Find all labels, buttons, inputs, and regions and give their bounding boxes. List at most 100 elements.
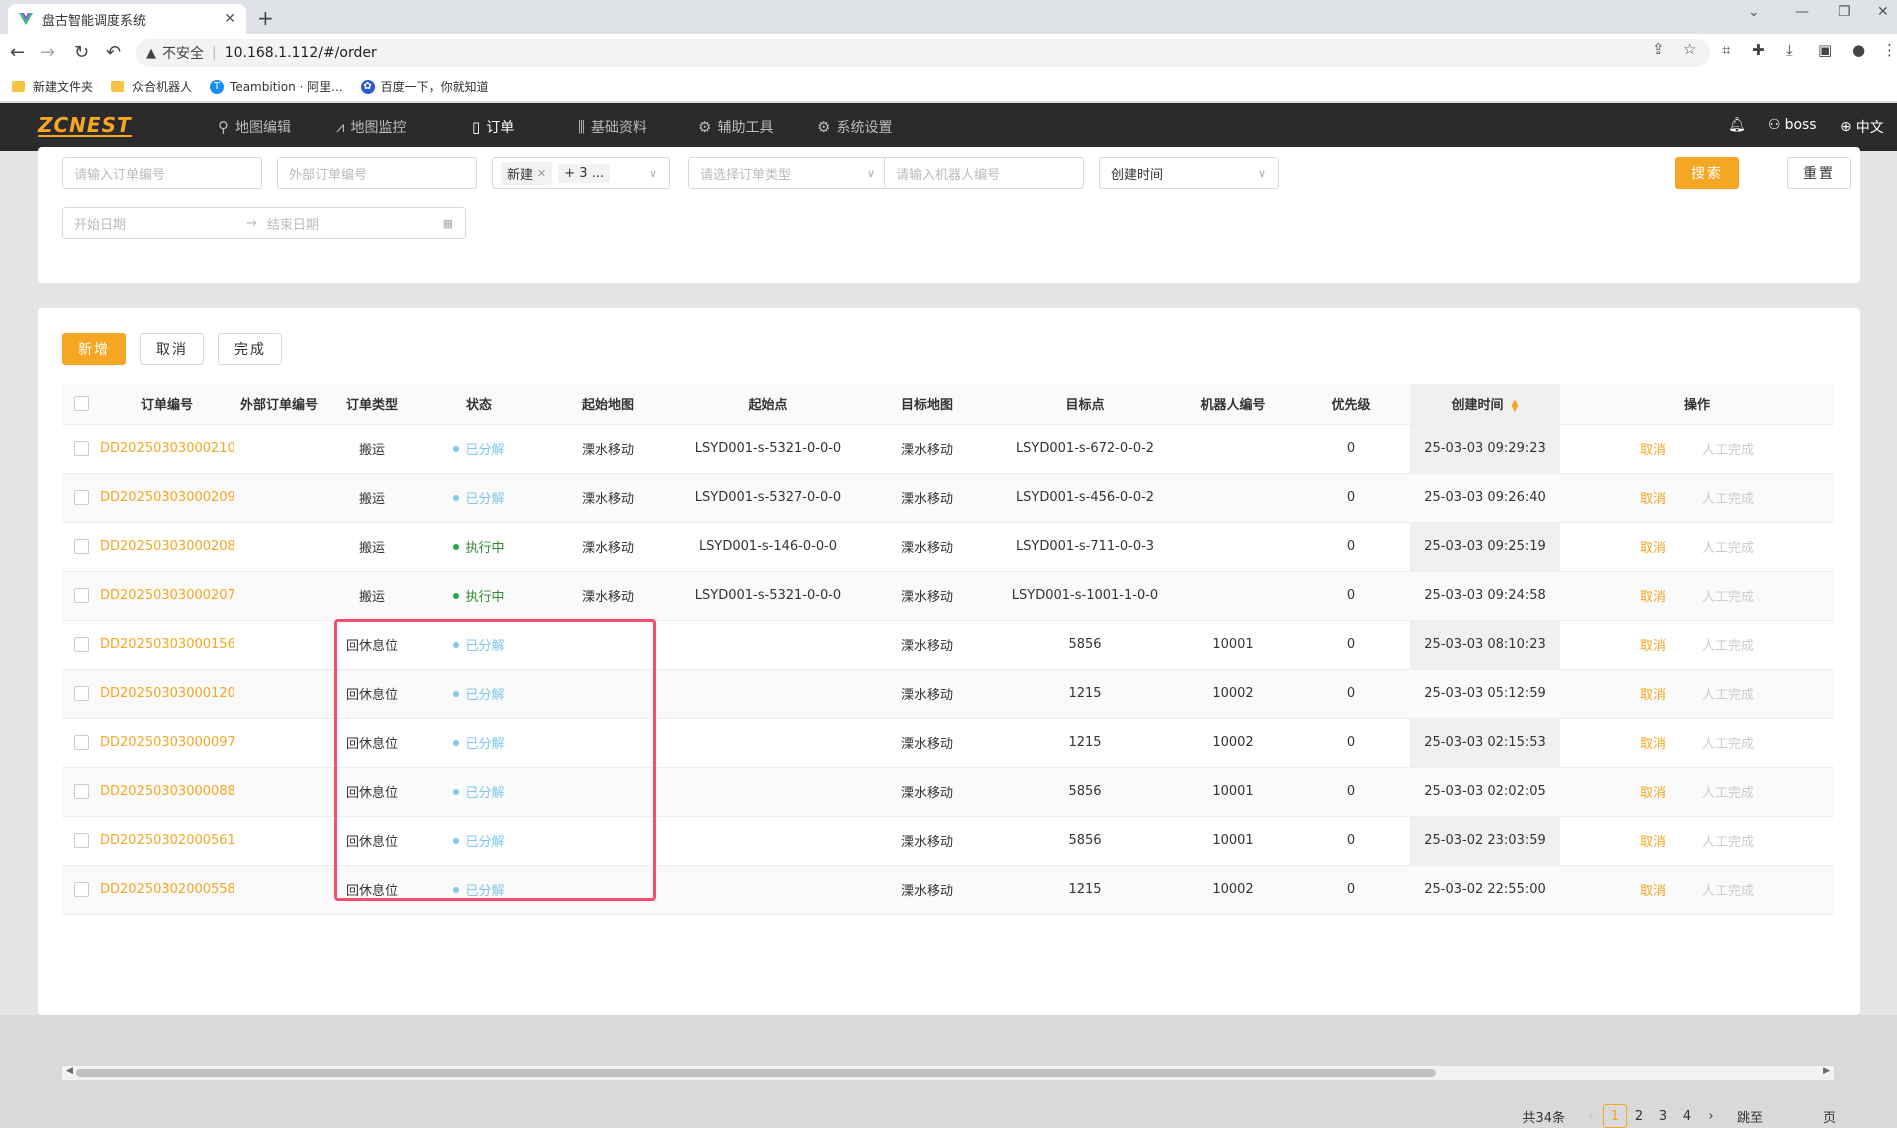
minimize-icon[interactable]: —	[1795, 4, 1809, 20]
row-cancel-link[interactable]: 取消	[1640, 590, 1666, 605]
order-no-cell[interactable]: DD20250302000558	[100, 865, 234, 915]
restore-icon[interactable]: ❐	[1838, 4, 1851, 20]
row-manual-complete-link[interactable]: 人工完成	[1702, 541, 1754, 556]
user-menu[interactable]: ⚇ boss	[1768, 117, 1817, 133]
scroll-left-icon[interactable]: ◀	[66, 1066, 73, 1076]
scrollbar-thumb[interactable]	[76, 1069, 1436, 1077]
order-no-cell[interactable]: DD20250303000208	[100, 522, 234, 572]
row-cancel-link[interactable]: 取消	[1640, 835, 1666, 850]
language-switch[interactable]: ⊕ 中文	[1840, 117, 1884, 137]
bookmark-item[interactable]: 众合机器人	[111, 78, 192, 95]
share-icon[interactable]: ⇪	[1652, 40, 1665, 58]
row-manual-complete-link[interactable]: 人工完成	[1702, 443, 1754, 458]
profile-icon[interactable]: ●	[1852, 41, 1865, 59]
extensions-icon[interactable]: ✚	[1752, 41, 1765, 59]
row-select-cell[interactable]	[62, 424, 100, 474]
order-no-link[interactable]: DD20250302000561	[100, 833, 234, 848]
row-select-cell[interactable]	[62, 571, 100, 621]
order-type-select[interactable]: 请选择订单类型 ∨	[688, 157, 888, 189]
row-manual-complete-link[interactable]: 人工完成	[1702, 835, 1754, 850]
row-manual-complete-link[interactable]: 人工完成	[1702, 737, 1754, 752]
row-manual-complete-link[interactable]: 人工完成	[1702, 884, 1754, 899]
row-checkbox[interactable]	[73, 539, 89, 554]
row-checkbox[interactable]	[73, 833, 89, 848]
jump-page-input[interactable]	[1770, 1104, 1815, 1128]
scroll-right-icon[interactable]: ▶	[1823, 1066, 1830, 1076]
order-no-link[interactable]: DD20250303000207	[100, 588, 234, 603]
sidepanel-icon[interactable]: ▣	[1818, 41, 1832, 59]
order-no-cell[interactable]: DD20250303000156	[100, 620, 234, 670]
bookmark-item[interactable]: 新建文件夹	[12, 78, 93, 95]
cancel-button[interactable]: 取消	[140, 333, 204, 365]
new-tab-icon[interactable]: +	[257, 6, 274, 30]
row-manual-complete-link[interactable]: 人工完成	[1702, 639, 1754, 654]
order-no-link[interactable]: DD20250302000558	[100, 882, 234, 897]
robot-no-input[interactable]: 请输入机器人编号	[884, 157, 1084, 189]
sort-icon[interactable]: ▲ ▼	[1512, 398, 1519, 413]
download-icon[interactable]: ⤓	[1786, 41, 1793, 59]
prev-page-icon[interactable]: ‹	[1579, 1104, 1603, 1128]
menu-icon[interactable]: ⋮	[1882, 41, 1897, 59]
row-manual-complete-link[interactable]: 人工完成	[1702, 492, 1754, 507]
bookmark-item[interactable]: T Teambition · 阿里...	[210, 78, 343, 95]
row-manual-complete-link[interactable]: 人工完成	[1702, 688, 1754, 703]
order-no-link[interactable]: DD20250303000156	[100, 637, 234, 652]
row-cancel-link[interactable]: 取消	[1640, 639, 1666, 654]
page-2[interactable]: 2	[1627, 1104, 1651, 1128]
close-tab-icon[interactable]: ✕	[224, 11, 236, 27]
select-all-checkbox[interactable]	[73, 396, 89, 412]
order-no-link[interactable]: DD20250303000210	[100, 441, 234, 456]
row-checkbox[interactable]	[73, 588, 89, 603]
row-cancel-link[interactable]: 取消	[1640, 443, 1666, 458]
time-type-select[interactable]: 创建时间 ∨	[1099, 157, 1279, 189]
row-select-cell[interactable]	[62, 473, 100, 523]
order-no-cell[interactable]: DD20250303000088	[100, 767, 234, 817]
nav-settings[interactable]: ⚙ 系统设置	[817, 117, 892, 137]
close-window-icon[interactable]: ✕	[1877, 4, 1889, 20]
row-manual-complete-link[interactable]: 人工完成	[1702, 590, 1754, 605]
select-all-cell[interactable]	[62, 384, 100, 425]
row-checkbox[interactable]	[73, 490, 89, 505]
horizontal-scrollbar[interactable]: ◀ ▶	[62, 1066, 1834, 1080]
row-cancel-link[interactable]: 取消	[1640, 737, 1666, 752]
search-button[interactable]: 搜索	[1675, 157, 1739, 189]
crop-icon[interactable]: ⌗	[1722, 41, 1730, 59]
tag-close-icon[interactable]: ✕	[537, 167, 546, 180]
row-cancel-link[interactable]: 取消	[1640, 688, 1666, 703]
order-no-link[interactable]: DD20250303000208	[100, 539, 234, 554]
bookmark-item[interactable]: ✿ 百度一下，你就知道	[360, 78, 489, 95]
nav-map-monitor[interactable]: ⩘ 地图监控	[336, 117, 406, 137]
row-select-cell[interactable]	[62, 522, 100, 572]
page-4[interactable]: 4	[1675, 1104, 1699, 1128]
row-select-cell[interactable]	[62, 669, 100, 719]
complete-button[interactable]: 完成	[218, 333, 282, 365]
row-manual-complete-link[interactable]: 人工完成	[1702, 786, 1754, 801]
next-page-icon[interactable]: ›	[1699, 1104, 1723, 1128]
order-no-link[interactable]: DD20250303000097	[100, 735, 234, 750]
row-checkbox[interactable]	[73, 441, 89, 456]
reload-icon[interactable]: ↻	[74, 42, 89, 63]
nav-map-edit[interactable]: ⚲ 地图编辑	[218, 117, 291, 137]
row-select-cell[interactable]	[62, 718, 100, 768]
row-cancel-link[interactable]: 取消	[1640, 786, 1666, 801]
row-select-cell[interactable]	[62, 865, 100, 915]
order-no-cell[interactable]: DD20250303000207	[100, 571, 234, 621]
row-cancel-link[interactable]: 取消	[1640, 884, 1666, 899]
add-button[interactable]: 新增	[62, 333, 126, 365]
omnibox[interactable]: ▲ 不安全 | 10.168.1.112/#/order	[136, 39, 1710, 67]
row-checkbox[interactable]	[73, 882, 89, 897]
created-time-header[interactable]: 创建时间 ▲ ▼	[1410, 384, 1560, 425]
order-no-link[interactable]: DD20250303000088	[100, 784, 234, 799]
order-no-link[interactable]: DD20250303000209	[100, 490, 234, 505]
order-no-cell[interactable]: DD20250303000097	[100, 718, 234, 768]
page-1[interactable]: 1	[1602, 1104, 1627, 1128]
row-checkbox[interactable]	[73, 784, 89, 799]
nav-tools[interactable]: ⚙ 辅助工具	[698, 117, 773, 137]
row-select-cell[interactable]	[62, 767, 100, 817]
row-checkbox[interactable]	[73, 637, 89, 652]
status-select[interactable]: 新建 ✕ + 3 ... ∨	[492, 157, 670, 189]
order-no-cell[interactable]: DD20250302000561	[100, 816, 234, 866]
order-no-cell[interactable]: DD20250303000209	[100, 473, 234, 523]
order-no-link[interactable]: DD20250303000120	[100, 686, 234, 701]
external-no-input[interactable]: 外部订单编号	[277, 157, 477, 189]
